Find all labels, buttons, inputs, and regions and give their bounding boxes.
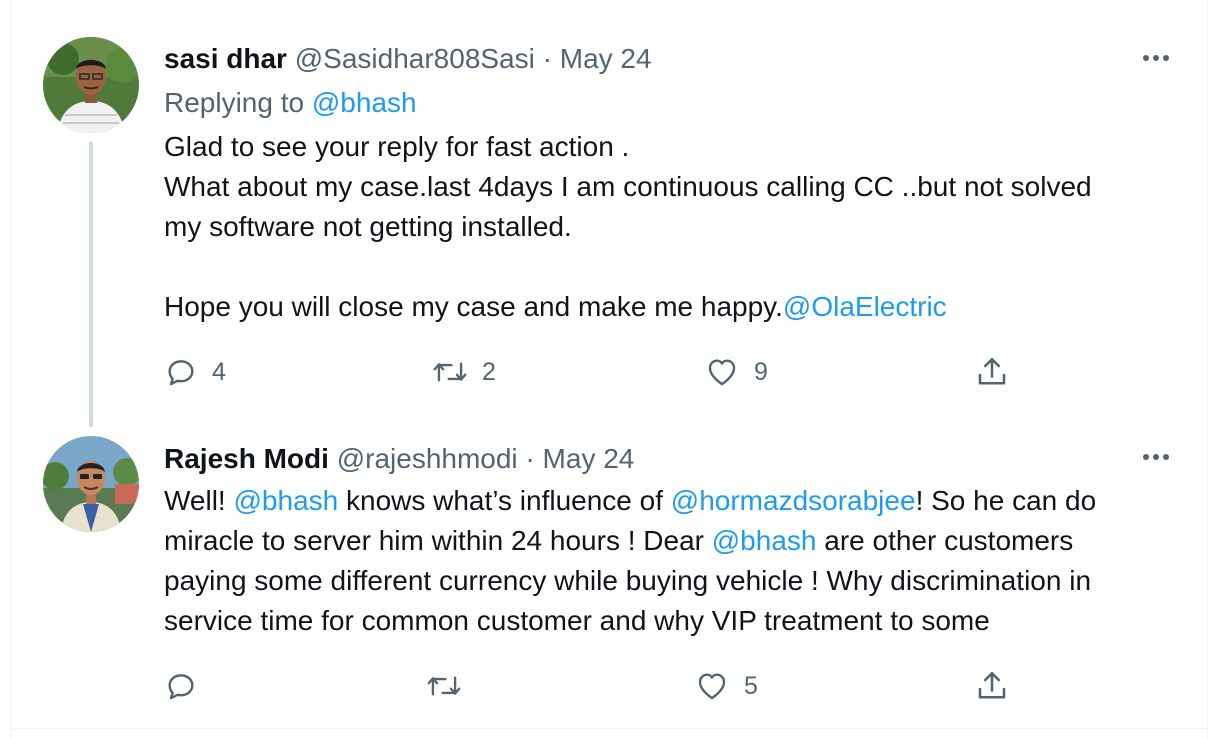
tweet-rajesh-modi[interactable]: Rajesh Modi @rajeshhmodi · May 24 Well! … xyxy=(0,420,1224,728)
tweet-line-text: Hope you will close my case and make me … xyxy=(164,291,783,322)
thread-line xyxy=(89,142,93,427)
tweet-line-text: are other customers xyxy=(816,525,1074,556)
avatar[interactable] xyxy=(43,37,139,133)
avatar-image xyxy=(43,436,139,532)
heart-icon xyxy=(698,673,726,700)
display-name[interactable]: Rajesh Modi xyxy=(164,443,329,474)
like-button[interactable]: 9 xyxy=(704,352,768,392)
tweet-line: Hope you will close my case and make me … xyxy=(164,287,1174,327)
tweet-line: miracle to server him within 24 hours ! … xyxy=(164,521,1174,561)
tweet-text: Glad to see your reply for fast action .… xyxy=(164,127,1174,327)
like-count: 5 xyxy=(744,671,758,700)
separator: · xyxy=(525,443,535,474)
more-icon[interactable] xyxy=(1140,50,1172,66)
like-button[interactable]: 5 xyxy=(694,666,758,706)
avatar[interactable] xyxy=(43,436,139,532)
replying-to: Replying to @bhash xyxy=(164,86,417,120)
tweet-line: paying some different currency while buy… xyxy=(164,565,1092,596)
tweet-header: Rajesh Modi @rajeshhmodi · May 24 xyxy=(164,442,634,476)
divider xyxy=(10,728,1208,729)
display-name[interactable]: sasi dhar xyxy=(164,43,287,74)
replying-label: Replying to xyxy=(164,87,305,118)
handle[interactable]: @rajeshhmodi xyxy=(337,443,518,474)
tweet-line: service time for common customer and why… xyxy=(164,605,990,636)
share-icon xyxy=(978,671,1006,699)
tweet-line-text: ! So he can do xyxy=(915,485,1097,516)
tweet-line: What about my case.last 4days I am conti… xyxy=(164,171,1092,202)
reply-button[interactable] xyxy=(164,666,212,706)
like-count: 9 xyxy=(754,357,768,386)
reply-icon xyxy=(168,674,194,700)
tweet-line: my software not getting installed. xyxy=(164,211,572,242)
separator: · xyxy=(542,43,552,74)
heart-icon xyxy=(708,359,736,386)
handle[interactable]: @Sasidhar808Sasi xyxy=(295,43,535,74)
mention-link[interactable]: @bhash xyxy=(312,87,417,118)
retweet-icon xyxy=(427,676,461,696)
more-icon[interactable] xyxy=(1140,449,1172,465)
tweet-line: Well! @bhash knows what’s influence of @… xyxy=(164,481,1174,521)
tweet-sasi-dhar[interactable]: sasi dhar @Sasidhar808Sasi · May 24 Repl… xyxy=(0,0,1224,427)
retweet-button[interactable]: 2 xyxy=(432,352,496,392)
tweet-header: sasi dhar @Sasidhar808Sasi · May 24 xyxy=(164,42,652,76)
timestamp[interactable]: May 24 xyxy=(560,43,652,74)
mention-link[interactable]: @hormazdsorabjee xyxy=(671,485,916,516)
tweet-line-text: Well! xyxy=(164,485,234,516)
reply-count: 4 xyxy=(212,357,226,386)
share-button[interactable] xyxy=(974,352,1010,392)
mention-link[interactable]: @OlaElectric xyxy=(783,291,947,322)
mention-link[interactable]: @bhash xyxy=(712,525,817,556)
tweet-line-text: miracle to server him within 24 hours ! … xyxy=(164,525,712,556)
share-icon xyxy=(978,357,1006,385)
timestamp[interactable]: May 24 xyxy=(543,443,635,474)
retweet-icon xyxy=(433,362,467,382)
share-button[interactable] xyxy=(974,666,1010,706)
tweet-line: Glad to see your reply for fast action . xyxy=(164,131,630,162)
action-bar: 4 2 9 xyxy=(164,352,1044,392)
retweet-button[interactable] xyxy=(426,666,476,706)
avatar-image xyxy=(43,37,139,133)
reply-icon xyxy=(168,360,194,386)
mention-link[interactable]: @bhash xyxy=(234,485,339,516)
reply-button[interactable]: 4 xyxy=(164,352,226,392)
tweet-text: Well! @bhash knows what’s influence of @… xyxy=(164,481,1174,641)
retweet-count: 2 xyxy=(482,357,496,386)
action-bar: 5 xyxy=(164,666,1044,706)
tweet-line-text: knows what’s influence of xyxy=(338,485,671,516)
